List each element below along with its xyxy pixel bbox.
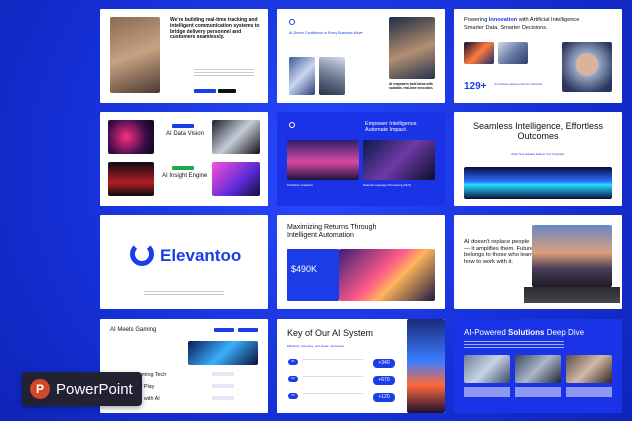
slide-7-tagline — [144, 291, 224, 295]
coding-screen-image — [363, 140, 435, 180]
slide-5[interactable]: Empower Intelligence. Automate Impact. P… — [277, 112, 445, 206]
slide-1[interactable]: We're building real-time tracking and in… — [100, 9, 268, 103]
elevantoo-logo-icon — [130, 242, 154, 266]
slide-7[interactable]: Elevantoo — [100, 215, 268, 309]
slide-11[interactable]: Key of Our AI System Efficiency, Accurac… — [277, 319, 445, 413]
logo-mark-icon — [289, 122, 295, 128]
slide-6-title: Seamless Intelligence, Effortless Outcom… — [473, 121, 603, 142]
slide-5-label-1: Predictive Analytics — [287, 183, 313, 187]
laptop-base — [524, 287, 620, 303]
solution-image-3 — [566, 355, 612, 383]
powerpoint-badge: P PowerPoint — [22, 372, 142, 406]
slide-3-title: Powering Innovation with Artificial Inte… — [464, 17, 580, 23]
futuristic-city-image — [407, 319, 445, 413]
slide-4-tag-2 — [172, 166, 194, 170]
ai-brain-image — [464, 42, 494, 64]
value-badge-2: +670 — [373, 376, 395, 385]
value-badge-3: +120 — [373, 393, 395, 402]
slide-6-subtitle: Real-Time Reliable Data at Your Fingerti… — [511, 152, 565, 156]
slide-4-tag-1 — [172, 124, 194, 128]
slide-12[interactable]: AI-Powered Solutions Deep Dive — [454, 319, 622, 413]
slide-5-title: Empower Intelligence. Automate Impact. — [365, 121, 419, 134]
architecture-image — [289, 57, 315, 95]
item-number-3: 03 — [288, 393, 298, 399]
slide-2[interactable]: AI-Driven Confidence in Every Business M… — [277, 9, 445, 103]
slide-10-row-btn-3[interactable] — [212, 396, 234, 400]
laptop-keyboard-image — [339, 249, 435, 301]
team-meeting-image — [110, 17, 160, 93]
item-number-1: 01 — [288, 359, 298, 365]
value-badge-1: +340 — [373, 359, 395, 368]
slide-1-text: We're building real-time tracking and in… — [170, 17, 260, 41]
item-number-2: 02 — [288, 376, 298, 382]
slide-12-title: AI-Powered Solutions Deep Dive — [464, 328, 585, 337]
slide-11-subtitle: Efficiency, Accuracy, and Scale—Delivere… — [287, 344, 344, 348]
item-text-lines — [303, 359, 363, 403]
slide-5-label-2: Natural Language Processing (NLP) — [363, 183, 412, 187]
slide-3-stat-label: AI solutions delivered across industries — [494, 82, 543, 86]
powerpoint-label: PowerPoint — [56, 380, 133, 398]
man-with-glasses-image — [389, 17, 435, 79]
astronaut-woman-image — [562, 42, 612, 92]
skyscraper-image — [319, 57, 345, 95]
slide-11-title: Key of Our AI System — [287, 328, 374, 338]
slide-4[interactable]: AI Data Vision AI Insight Engine — [100, 112, 268, 206]
solution-image-2 — [515, 355, 561, 383]
slide-1-button-a[interactable] — [194, 89, 216, 93]
data-wave-image — [464, 167, 612, 199]
gaming-hand-image — [188, 341, 258, 365]
slide-6[interactable]: Seamless Intelligence, Effortless Outcom… — [454, 112, 622, 206]
logo-mark-icon — [289, 19, 295, 25]
woman-silhouette-image — [212, 162, 260, 196]
laptop-mountain-image — [532, 225, 612, 287]
slide-10-tag-a — [214, 328, 234, 332]
slide-3-subtitle: Smarter Data. Smarter Decisions. — [464, 25, 548, 31]
slide-3[interactable]: Powering Innovation with Artificial Inte… — [454, 9, 622, 103]
slide-8[interactable]: Maximizing Returns Through Intelligent A… — [277, 215, 445, 309]
slide-4-heading-2: AI Insight Engine — [162, 173, 208, 179]
slide-10-tag-b — [238, 328, 258, 332]
powerpoint-icon: P — [30, 379, 50, 399]
slide-2-caption: AI empowers bold ideas with scalable, re… — [389, 82, 434, 90]
slide-1-button-b[interactable] — [218, 89, 236, 93]
red-car-image — [108, 162, 154, 196]
slide-3-stat: 129+ — [464, 81, 487, 92]
robot-image — [212, 120, 260, 154]
slide-10-row-btn-1[interactable] — [212, 372, 234, 376]
slide-12-caption-lines — [464, 387, 612, 397]
slide-10-title: AI Meets Gaming — [110, 327, 157, 333]
slide-2-title: AI-Driven Confidence in Every Business M… — [289, 31, 363, 35]
slide-4-heading-1: AI Data Vision — [166, 131, 204, 137]
slide-8-value: $490K — [291, 264, 318, 274]
slide-10-row-btn-2[interactable] — [212, 384, 234, 388]
vr-headset-image — [108, 120, 154, 154]
man-in-city-image — [287, 140, 359, 180]
brand-name: Elevantoo — [160, 246, 242, 265]
slide-9-title: AI doesn't replace people — it amplifies… — [464, 239, 534, 265]
slide-8-title: Maximizing Returns Through Intelligent A… — [287, 224, 377, 240]
slide-12-body-lines — [464, 341, 564, 349]
solution-image-1 — [464, 355, 510, 383]
blue-panel — [287, 249, 339, 301]
slide-1-body — [194, 69, 254, 77]
robot-hand-image — [498, 42, 528, 64]
slide-9[interactable]: AI doesn't replace people — it amplifies… — [454, 215, 622, 309]
